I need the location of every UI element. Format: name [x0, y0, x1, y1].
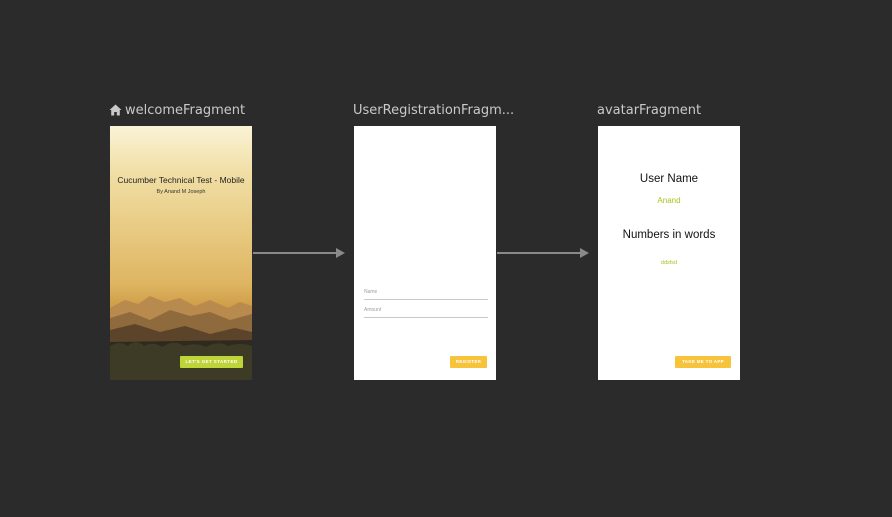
- home-icon: [109, 104, 122, 121]
- register-button[interactable]: REGISTER: [450, 356, 487, 368]
- user-name-label: User Name: [639, 173, 699, 185]
- numbers-in-words-label: Numbers in words: [622, 229, 716, 241]
- fragment-label-text: welcomeFragment: [125, 103, 246, 118]
- take-me-to-app-button[interactable]: TAKE ME TO APP: [675, 356, 731, 368]
- user-name-value: Anand: [657, 196, 681, 205]
- fragment-label-welcome[interactable]: welcomeFragment: [109, 103, 245, 119]
- lets-get-started-button[interactable]: LET'S GET STARTED: [180, 356, 243, 368]
- welcome-title: Cucumber Technical Test - Mobile: [117, 175, 245, 185]
- welcome-subtitle: By Anand M Joseph: [156, 189, 206, 195]
- navigation-action-arrow[interactable]: [253, 246, 347, 260]
- welcome-fragment-preview[interactable]: Cucumber Technical Test - Mobile By Anan…: [110, 126, 252, 380]
- amount-field-placeholder: Amount: [364, 307, 382, 313]
- amount-field[interactable]: Amount: [364, 307, 488, 318]
- user-registration-fragment-preview[interactable]: Name Amount REGISTER: [354, 126, 496, 380]
- name-field-placeholder: Name: [364, 289, 378, 295]
- navigation-action-arrow[interactable]: [497, 246, 591, 260]
- numbers-in-words-value: ddsfsd: [660, 260, 678, 266]
- fragment-label-user-registration[interactable]: UserRegistrationFragm...: [353, 103, 514, 119]
- avatar-fragment-preview[interactable]: User Name Anand Numbers in words ddsfsd …: [598, 126, 740, 380]
- name-field[interactable]: Name: [364, 289, 488, 300]
- fragment-label-avatar[interactable]: avatarFragment: [597, 103, 701, 119]
